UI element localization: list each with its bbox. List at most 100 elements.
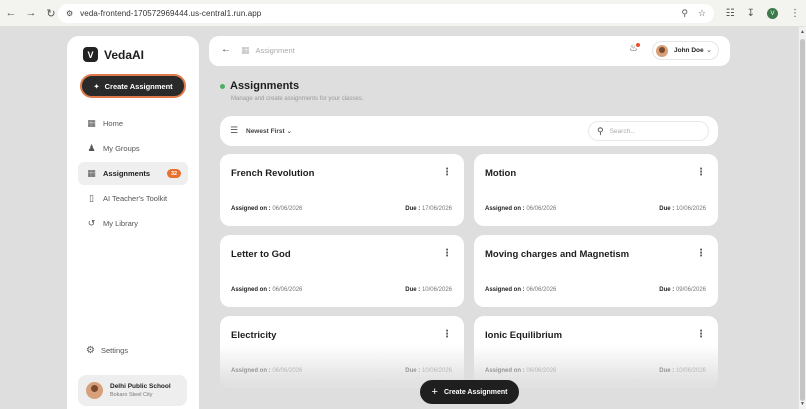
sidebar-item-label: Assignments: [103, 169, 151, 178]
search-box[interactable]: ⚲: [588, 121, 709, 141]
chevron-down-icon: ⌄: [706, 47, 712, 54]
more-vertical-icon[interactable]: ⋮: [442, 329, 452, 340]
due-date-value: 10/06/2026: [421, 368, 452, 374]
card-title: Ionic Equilibrium: [485, 330, 563, 341]
more-vertical-icon[interactable]: ⋮: [696, 248, 706, 259]
sidebar-item-my-groups[interactable]: ♟ My Groups: [78, 137, 188, 160]
create-assignment-button[interactable]: ✦ Create Assignment: [80, 74, 186, 98]
forward-arrow-icon[interactable]: →: [24, 6, 38, 20]
more-vertical-icon[interactable]: ⋮: [442, 248, 452, 259]
assignment-card[interactable]: Motion ⋮ Assigned on : 06/06/2026 Due : …: [474, 154, 718, 226]
card-title: French Revolution: [231, 168, 315, 179]
card-due-date: Due : 10/06/2026: [659, 206, 706, 212]
address-bar[interactable]: ⚙ veda-frontend-170572969444.us-central1…: [58, 4, 714, 23]
school-card[interactable]: Delhi Public School Bokaro Steel City: [78, 375, 187, 406]
assigned-date-value: 06/06/2026: [526, 206, 557, 212]
sidebar: V VedaAI ✦ Create Assignment ▦ Home ♟ My…: [67, 36, 199, 409]
assignment-card[interactable]: Electricity ⋮ Assigned on : 06/06/2026 D…: [220, 316, 464, 388]
back-arrow-icon[interactable]: ←: [4, 6, 18, 20]
assignment-card[interactable]: Ionic Equilibrium ⋮ Assigned on : 06/06/…: [474, 316, 718, 388]
user-name: John Doe: [674, 47, 704, 54]
sidebar-item-assignments[interactable]: ▦ Assignments 32: [78, 162, 188, 185]
card-assigned-date: Assigned on : 06/06/2026: [231, 368, 302, 374]
sparkle-icon: ✦: [93, 81, 100, 91]
card-assigned-date: Assigned on : 06/06/2026: [231, 206, 302, 212]
card-due-date: Due : 10/06/2026: [405, 287, 452, 293]
due-date-value: 10/06/2026: [675, 206, 706, 212]
floating-create-assignment-button[interactable]: + Create Assignment: [420, 380, 519, 404]
phone-icon: ▯: [89, 193, 94, 203]
card-title: Electricity: [231, 330, 277, 341]
sidebar-item-ai-teachers-toolkit[interactable]: ▯ AI Teacher's Toolkit: [78, 187, 188, 210]
url-text: veda-frontend-170572969444.us-central1.r…: [80, 9, 262, 18]
due-label: Due :: [405, 206, 421, 212]
card-assigned-date: Assigned on : 06/06/2026: [231, 287, 302, 293]
card-due-date: Due : 10/06/2026: [659, 368, 706, 374]
bookmark-star-icon[interactable]: ☆: [698, 8, 706, 19]
settings-link[interactable]: ⚙ Settings: [86, 345, 128, 356]
grid-icon: ▦: [241, 45, 250, 55]
browser-menu-icon[interactable]: ⋮: [790, 8, 800, 19]
sidebar-item-label: Home: [103, 119, 124, 128]
gear-icon: ⚙: [86, 345, 95, 356]
due-label: Due :: [405, 287, 421, 293]
brand-logo-icon: V: [83, 47, 98, 62]
card-assigned-date: Assigned on : 06/06/2026: [485, 287, 556, 293]
more-vertical-icon[interactable]: ⋮: [696, 167, 706, 178]
page-scrollbar[interactable]: ▲ ▼: [798, 27, 806, 409]
filter-bar: ☰ Newest First ⌄ ⚲: [220, 116, 718, 146]
document-icon: ▦: [87, 168, 96, 178]
sort-label: Newest First: [246, 128, 285, 135]
extensions-icon[interactable]: ☷: [726, 8, 735, 19]
profile-avatar[interactable]: V: [767, 8, 778, 19]
notification-dot: [636, 43, 640, 47]
school-name: Delhi Public School: [110, 383, 171, 390]
assigned-date-value: 06/06/2026: [272, 368, 303, 374]
brand[interactable]: V VedaAI: [83, 47, 144, 62]
scroll-down-icon[interactable]: ▼: [800, 401, 805, 407]
status-dot: [220, 84, 225, 89]
assigned-on-label: Assigned on :: [231, 287, 271, 293]
sidebar-item-my-library[interactable]: ↺ My Library: [78, 212, 188, 235]
back-arrow-icon[interactable]: ←: [221, 44, 231, 55]
search-icon: ⚲: [597, 125, 604, 136]
brand-name: VedaAI: [104, 47, 145, 62]
assigned-on-label: Assigned on :: [485, 368, 525, 374]
scroll-up-icon[interactable]: ▲: [800, 29, 805, 35]
floating-create-label: Create Assignment: [443, 388, 508, 396]
assigned-on-label: Assigned on :: [231, 368, 271, 374]
assignment-card[interactable]: French Revolution ⋮ Assigned on : 06/06/…: [220, 154, 464, 226]
users-icon: ♟: [87, 143, 96, 153]
card-due-date: Due : 09/06/2026: [659, 287, 706, 293]
school-avatar: [86, 382, 103, 399]
assigned-on-label: Assigned on :: [485, 206, 525, 212]
breadcrumb-label: Assignment: [255, 46, 295, 55]
due-date-value: 10/06/2026: [421, 287, 452, 293]
reload-icon[interactable]: ↻: [44, 6, 58, 20]
card-title: Moving charges and Magnetism: [485, 249, 630, 260]
more-vertical-icon[interactable]: ⋮: [442, 167, 452, 178]
zoom-icon[interactable]: ⚲: [681, 8, 688, 19]
due-label: Due :: [659, 368, 675, 374]
page-title: Assignments: [230, 80, 300, 92]
search-input[interactable]: [609, 127, 690, 135]
user-menu[interactable]: John Doe ⌄: [652, 41, 719, 60]
browser-toolbar: ← → ↻ ⚙ veda-frontend-170572969444.us-ce…: [0, 0, 806, 27]
assigned-date-value: 06/06/2026: [526, 287, 557, 293]
sidebar-item-home[interactable]: ▦ Home: [78, 112, 188, 135]
sort-dropdown[interactable]: Newest First ⌄: [246, 127, 292, 135]
page-subtitle: Manage and create assignments for your c…: [231, 96, 364, 102]
sort-lines-icon[interactable]: ☰: [230, 125, 238, 136]
assigned-date-value: 06/06/2026: [272, 206, 303, 212]
due-label: Due :: [659, 206, 675, 212]
scrollbar-thumb[interactable]: [800, 39, 805, 401]
sidebar-item-label: AI Teacher's Toolkit: [103, 194, 168, 203]
site-info-icon[interactable]: ⚙: [66, 9, 73, 18]
avatar: [656, 44, 668, 57]
grid-icon: ▦: [87, 118, 96, 128]
assignment-card[interactable]: Letter to God ⋮ Assigned on : 06/06/2026…: [220, 235, 464, 307]
download-icon[interactable]: ↧: [747, 8, 755, 19]
card-due-date: Due : 17/06/2026: [405, 206, 452, 212]
more-vertical-icon[interactable]: ⋮: [696, 329, 706, 340]
assignment-card[interactable]: Moving charges and Magnetism ⋮ Assigned …: [474, 235, 718, 307]
